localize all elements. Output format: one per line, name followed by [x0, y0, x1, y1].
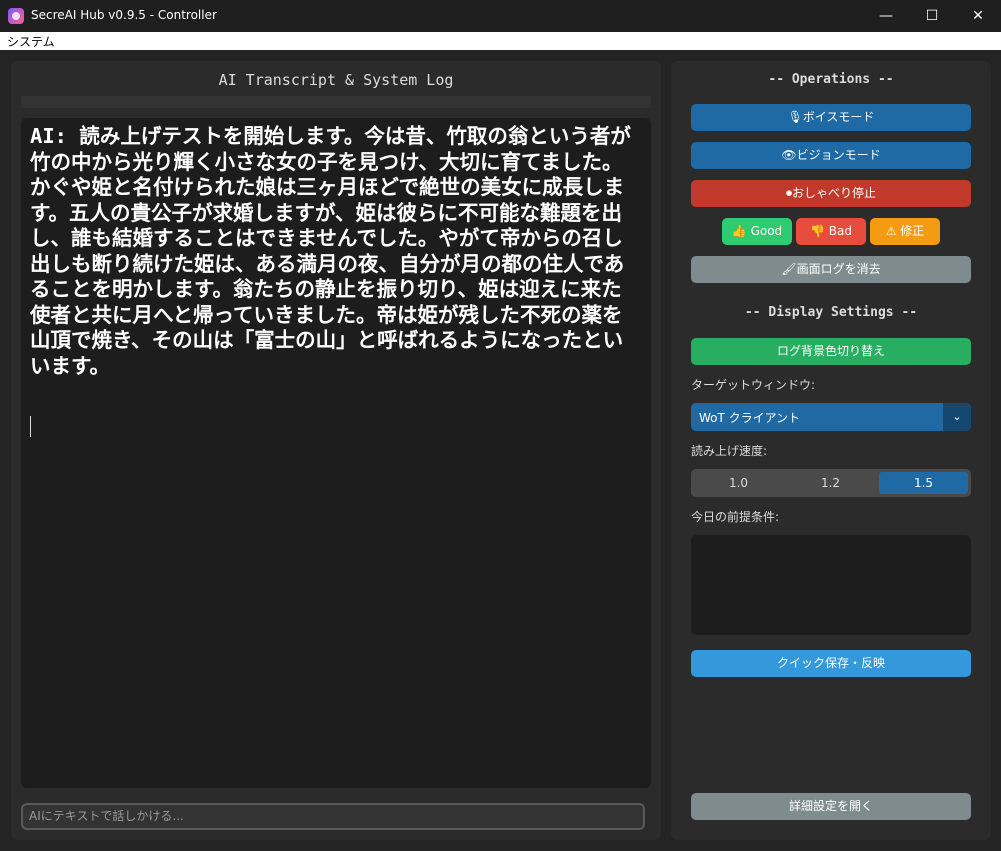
target-window-select[interactable]: WoT クライアント ⌄: [691, 403, 971, 431]
speed-option-1-0[interactable]: 1.0: [694, 472, 783, 494]
voice-mode-button[interactable]: 🎙ボイスモード: [691, 104, 971, 131]
menu-system[interactable]: システム: [7, 33, 55, 50]
quick-save-button[interactable]: クイック保存・反映: [691, 650, 971, 677]
display-settings-title: -- Display Settings --: [744, 305, 918, 320]
window-title: SecreAI Hub v0.9.5 - Controller: [31, 8, 217, 22]
log-panel-title: AI Transcript & System Log: [218, 71, 454, 89]
clear-log-button[interactable]: 🖌画面ログを消去: [691, 256, 971, 283]
premise-label: 今日の前提条件:: [691, 510, 780, 524]
log-header-strip: [21, 96, 651, 108]
chat-input[interactable]: AIにテキストで話しかける...: [21, 803, 645, 830]
maximize-button[interactable]: ☐: [909, 0, 955, 32]
stop-talking-button[interactable]: ⏺おしゃべり停止: [691, 180, 971, 207]
minimize-button[interactable]: —: [863, 0, 909, 32]
operations-title: -- Operations --: [768, 72, 894, 87]
good-button[interactable]: 👍 Good: [722, 218, 792, 245]
title-bar: SecreAI Hub v0.9.5 - Controller — ☐ ✕: [0, 0, 1001, 32]
log-text: AI: 読み上げテストを開始します。今は昔、竹取の翁という者が竹の中から光り輝く…: [30, 124, 631, 378]
menu-bar: システム: [0, 32, 1001, 50]
speed-option-1-5[interactable]: 1.5: [879, 472, 968, 494]
vision-mode-button[interactable]: 👁ビジョンモード: [691, 142, 971, 169]
speed-label: 読み上げ速度:: [691, 444, 768, 458]
bad-button[interactable]: 👎 Bad: [796, 218, 866, 245]
open-settings-button[interactable]: 詳細設定を開く: [691, 793, 971, 820]
text-caret: [30, 416, 31, 437]
chevron-down-icon[interactable]: ⌄: [943, 403, 971, 431]
toggle-bg-button[interactable]: ログ背景色切り替え: [691, 338, 971, 365]
speed-segmented-control: 1.0 1.2 1.5: [691, 469, 971, 497]
fix-button[interactable]: ⚠ 修正: [870, 218, 940, 245]
app-logo-icon: [8, 8, 24, 24]
close-button[interactable]: ✕: [955, 0, 1001, 32]
target-window-label: ターゲットウィンドウ:: [691, 378, 816, 392]
premise-textbox[interactable]: [691, 535, 971, 635]
speed-option-1-2[interactable]: 1.2: [786, 472, 875, 494]
target-window-value: WoT クライアント: [699, 411, 801, 425]
